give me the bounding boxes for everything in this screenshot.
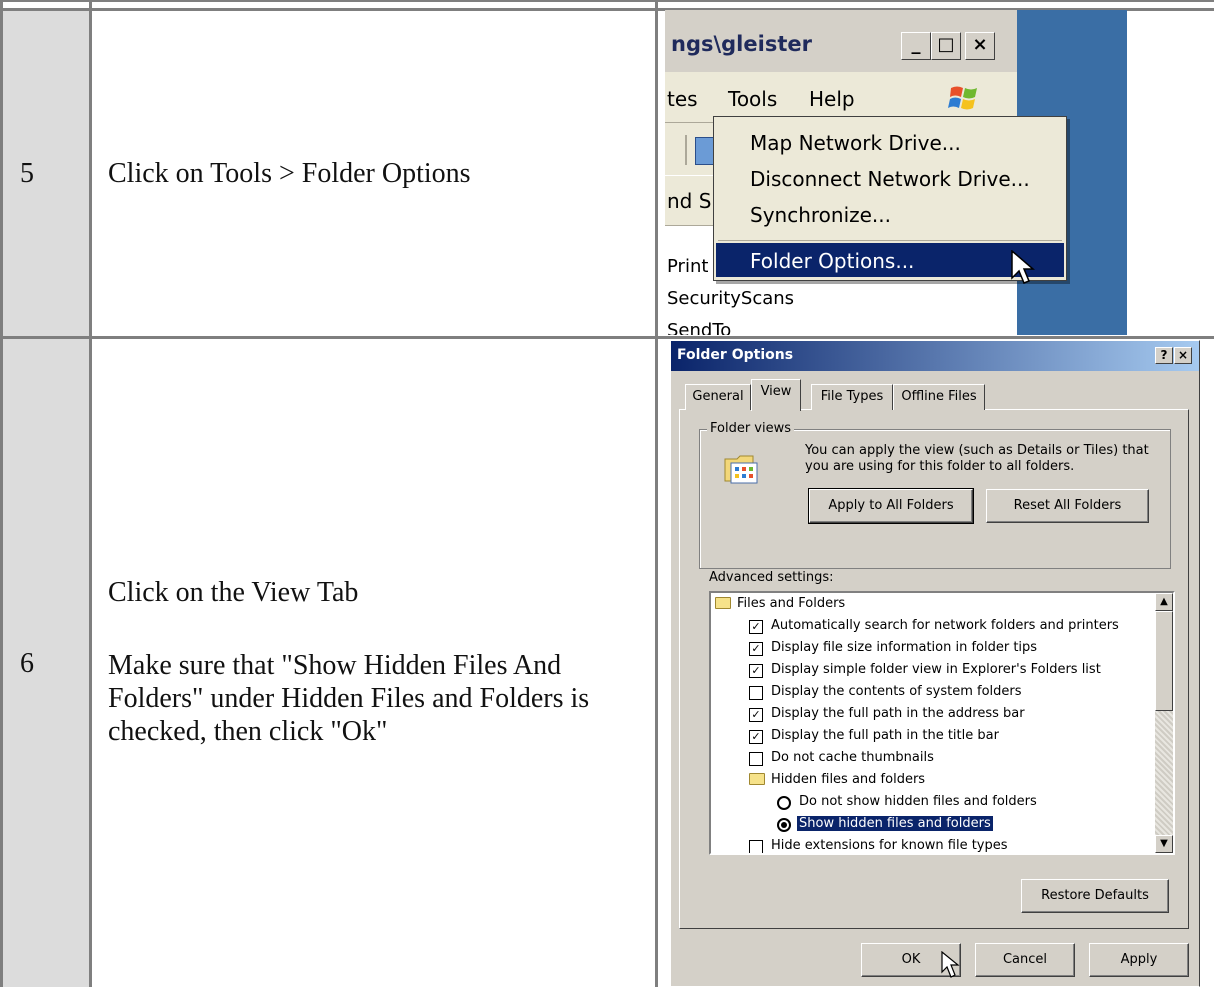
- table-column-divider: [89, 0, 92, 987]
- restore-defaults-button[interactable]: Restore Defaults: [1021, 879, 1169, 913]
- scroll-down-icon[interactable]: ▼: [1155, 835, 1173, 853]
- windows-logo-icon: [948, 82, 980, 114]
- apply-button[interactable]: Apply: [1089, 943, 1189, 977]
- step-number: 6: [20, 648, 34, 679]
- mouse-cursor-icon: [1011, 250, 1036, 284]
- step-number-cell: [3, 11, 89, 336]
- folder-options-dialog: Folder Options ? × General View File Typ…: [670, 340, 1200, 987]
- dialog-title-bar: Folder Options ? ×: [671, 341, 1199, 371]
- checkbox-checked-icon[interactable]: ✓: [749, 664, 763, 678]
- scrollbar-thumb[interactable]: [1155, 611, 1173, 711]
- table-column-divider: [655, 0, 658, 987]
- minimize-button[interactable]: _: [901, 32, 931, 60]
- folder-views-description: You can apply the view (such as Details …: [805, 443, 1149, 474]
- explorer-title-bar: ngs\gleister _ □ ×: [665, 10, 1017, 72]
- radio-unselected-icon[interactable]: [777, 796, 791, 810]
- radio-selected-icon[interactable]: [777, 818, 791, 832]
- explorer-screenshot: ngs\gleister _ □ × tes Tools Help nd S P…: [665, 10, 1127, 335]
- help-button[interactable]: ?: [1155, 347, 1173, 364]
- checkbox-unchecked-icon[interactable]: [749, 686, 763, 700]
- explorer-title: ngs\gleister: [671, 32, 812, 56]
- setting-checkbox[interactable]: ✓ Display simple folder view in Explorer…: [749, 660, 1101, 682]
- tree-folder-hidden-files: Hidden files and folders: [749, 770, 925, 792]
- folder-icon: [715, 597, 731, 609]
- checkbox-checked-icon[interactable]: ✓: [749, 620, 763, 634]
- reset-all-folders-button[interactable]: Reset All Folders: [986, 489, 1149, 523]
- step-number: 5: [20, 158, 34, 189]
- folder-views-icon: [723, 451, 763, 487]
- menu-item-map-network-drive[interactable]: Map Network Drive...: [750, 131, 961, 155]
- folder-icon: [749, 773, 765, 785]
- file-item[interactable]: SecurityScans: [667, 288, 794, 309]
- menu-item-synchronize[interactable]: Synchronize...: [750, 203, 891, 227]
- setting-checkbox[interactable]: Hide extensions for known file types: [749, 836, 1008, 853]
- advanced-settings-label: Advanced settings:: [709, 570, 834, 585]
- maximize-button[interactable]: □: [931, 32, 961, 60]
- tab-file-types[interactable]: File Types: [811, 384, 893, 410]
- tab-offline-files[interactable]: Offline Files: [893, 384, 985, 410]
- dialog-title: Folder Options: [677, 347, 794, 363]
- setting-radio[interactable]: Do not show hidden files and folders: [777, 792, 1037, 814]
- folder-views-label: Folder views: [707, 421, 795, 436]
- step-instruction-view-tab: Click on the View Tab: [108, 577, 359, 608]
- tree-folder-files-and-folders: Files and Folders: [715, 594, 845, 616]
- advanced-settings-list: Files and Folders ✓ Automatically search…: [709, 591, 1175, 855]
- table-top-border: [0, 0, 1214, 2]
- checkbox-checked-icon[interactable]: ✓: [749, 642, 763, 656]
- setting-checkbox[interactable]: Do not cache thumbnails: [749, 748, 934, 770]
- setting-checkbox[interactable]: ✓ Automatically search for network folde…: [749, 616, 1119, 638]
- address-text: nd S: [667, 189, 712, 213]
- step-instruction: Click on Tools > Folder Options: [108, 158, 471, 189]
- toolbar-separator: [685, 135, 687, 165]
- mouse-cursor-icon: [941, 951, 960, 978]
- file-item[interactable]: SendTo: [667, 320, 731, 335]
- menu-separator: [718, 240, 1062, 241]
- menu-item-favorites[interactable]: tes: [667, 87, 698, 111]
- close-button[interactable]: ×: [1174, 347, 1192, 364]
- tab-view[interactable]: View: [751, 379, 801, 411]
- step-number-cell: [3, 339, 89, 987]
- tab-general[interactable]: General: [685, 384, 751, 410]
- menu-item-help[interactable]: Help: [809, 87, 855, 111]
- apply-to-all-folders-button[interactable]: Apply to All Folders: [808, 488, 974, 524]
- menu-item-folder-options[interactable]: Folder Options...: [750, 249, 914, 273]
- scroll-up-icon[interactable]: ▲: [1155, 593, 1173, 611]
- setting-checkbox[interactable]: ✓ Display file size information in folde…: [749, 638, 1037, 660]
- setting-checkbox[interactable]: Display the contents of system folders: [749, 682, 1022, 704]
- checkbox-unchecked-icon[interactable]: [749, 752, 763, 766]
- setting-checkbox[interactable]: ✓ Display the full path in the address b…: [749, 704, 1025, 726]
- menu-item-tools[interactable]: Tools: [728, 87, 777, 111]
- checkbox-checked-icon[interactable]: ✓: [749, 708, 763, 722]
- checkbox-checked-icon[interactable]: ✓: [749, 730, 763, 744]
- menu-item-disconnect-network-drive[interactable]: Disconnect Network Drive...: [750, 167, 1030, 191]
- close-button[interactable]: ×: [965, 32, 995, 60]
- table-row-divider: [0, 336, 1214, 339]
- cancel-button[interactable]: Cancel: [975, 943, 1075, 977]
- setting-checkbox[interactable]: ✓ Display the full path in the title bar: [749, 726, 999, 748]
- step-instruction-hidden-files: Make sure that "Show Hidden Files And Fo…: [108, 650, 590, 747]
- file-item[interactable]: Print: [667, 256, 708, 277]
- checkbox-unchecked-icon[interactable]: [749, 840, 763, 853]
- setting-radio-selected[interactable]: Show hidden files and folders: [777, 814, 993, 836]
